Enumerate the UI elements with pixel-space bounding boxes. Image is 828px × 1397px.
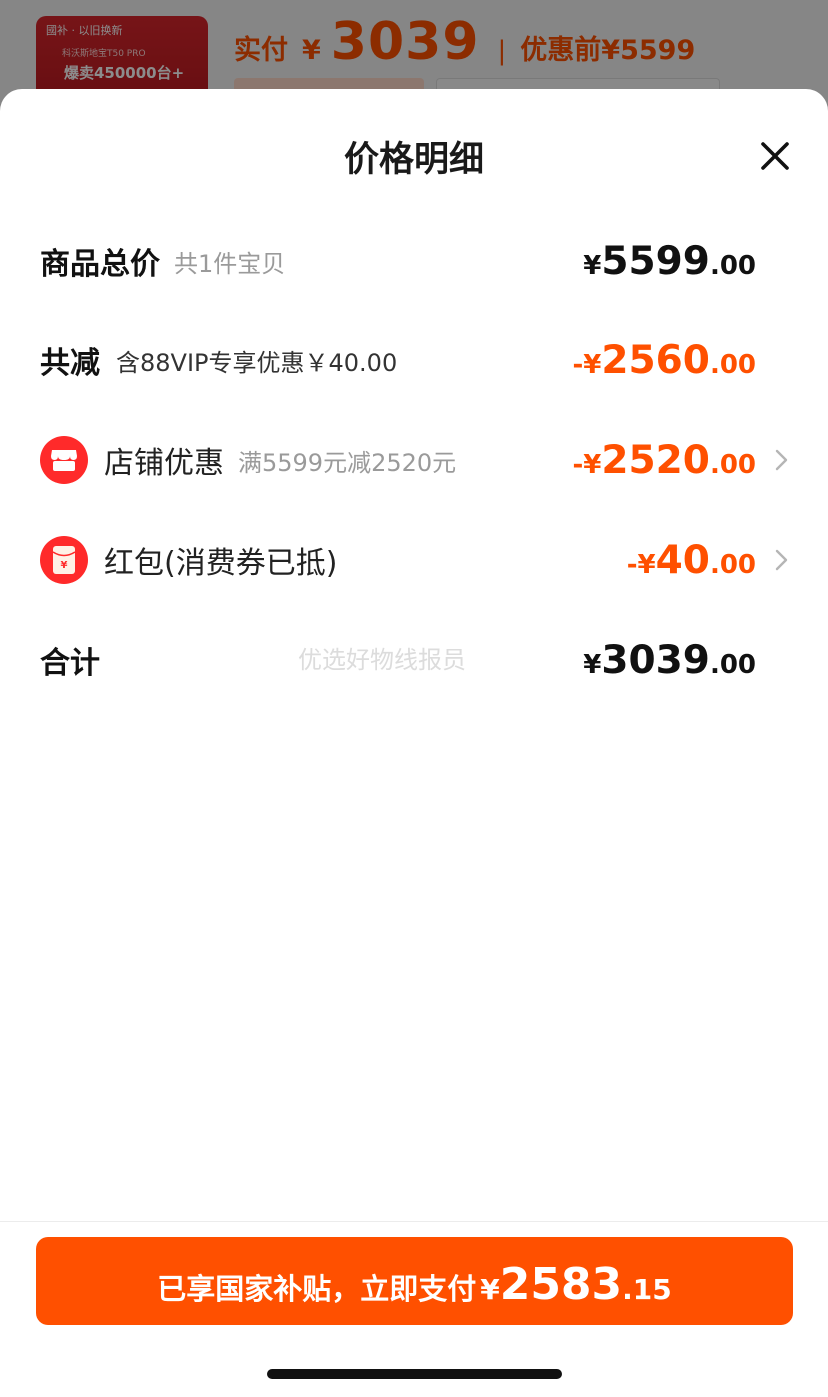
currency-sign: ¥ [583, 251, 601, 281]
store-discount-value: -¥ 2520 .00 [573, 430, 757, 490]
chevron-right-icon[interactable] [772, 446, 792, 474]
grand-total-label: 合计 [40, 638, 100, 682]
reduction-label: 共减 [40, 338, 100, 382]
pay-button-label: 已享国家补贴，立即支付 [157, 1266, 476, 1308]
price-decimal: .00 [710, 550, 756, 580]
item-count: 共1件宝贝 [174, 244, 285, 279]
price-integer: 2520 [601, 438, 710, 483]
close-button[interactable] [756, 137, 794, 175]
red-packet-row[interactable]: ¥ 红包(消费券已抵) -¥ 40 .00 [0, 530, 828, 590]
price-integer: 2560 [601, 338, 710, 383]
store-discount-rule: 满5599元减2520元 [238, 443, 456, 478]
total-reduction-row: 共减 含88VIP专享优惠￥40.00 -¥ 2560 .00 [0, 330, 828, 390]
close-icon [756, 137, 794, 175]
grand-total-value: ¥ 3039 .00 [583, 630, 756, 690]
currency-sign: -¥ [573, 350, 602, 380]
currency-sign: -¥ [573, 450, 602, 480]
store-discount-row[interactable]: 店铺优惠 满5599元减2520元 -¥ 2520 .00 [0, 430, 828, 490]
price-decimal: .00 [710, 251, 756, 281]
pay-now-button[interactable]: 已享国家补贴，立即支付 ¥ 2583 .15 [36, 1237, 793, 1325]
pay-amount-decimal: .15 [622, 1273, 672, 1306]
total-price-row: 商品总价 共1件宝贝 ¥ 5599 .00 [0, 231, 828, 291]
pay-amount-integer: 2583 [500, 1259, 622, 1310]
vip-discount-note: 含88VIP专享优惠￥40.00 [116, 343, 397, 378]
chevron-right-icon[interactable] [772, 546, 792, 574]
red-packet-label: 红包(消费券已抵) [104, 538, 337, 582]
store-discount-label: 店铺优惠 [104, 438, 224, 482]
price-integer: 3039 [601, 638, 710, 683]
total-price-label: 商品总价 [40, 239, 160, 283]
home-indicator[interactable] [267, 1369, 562, 1379]
svg-text:¥: ¥ [61, 560, 68, 571]
bottom-divider [0, 1221, 828, 1222]
red-packet-icon: ¥ [40, 536, 88, 584]
pay-currency: ¥ [480, 1273, 499, 1306]
red-packet-value: -¥ 40 .00 [627, 530, 756, 590]
total-price-value: ¥ 5599 .00 [583, 231, 756, 291]
store-icon [40, 436, 88, 484]
price-decimal: .00 [710, 450, 756, 480]
price-integer: 40 [656, 538, 710, 583]
price-integer: 5599 [601, 239, 710, 284]
price-decimal: .00 [710, 350, 756, 380]
watermark-text: 优选好物线报员 [298, 640, 466, 675]
price-decimal: .00 [710, 650, 756, 680]
currency-sign: -¥ [627, 550, 656, 580]
price-detail-sheet: 价格明细 商品总价 共1件宝贝 ¥ 5599 .00 共减 含88VIP专享优惠… [0, 89, 828, 1397]
currency-sign: ¥ [583, 650, 601, 680]
reduction-value: -¥ 2560 .00 [573, 330, 757, 390]
sheet-title: 价格明细 [0, 131, 828, 182]
